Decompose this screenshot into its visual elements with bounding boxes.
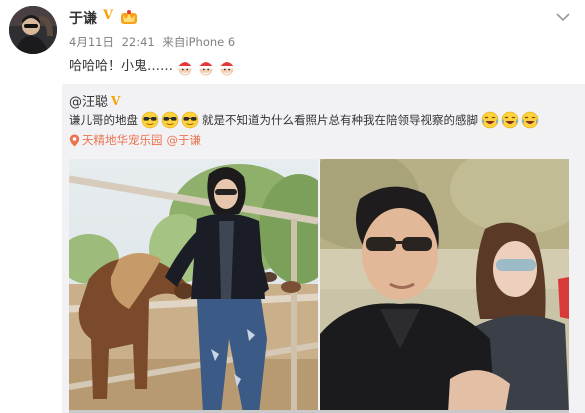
santa-emoji-icon bbox=[218, 58, 236, 76]
sunglasses-emoji-group bbox=[140, 111, 200, 129]
repost-text-after: 就是不知道为什么看照片总有种我在陪领导视察的感脚 bbox=[202, 113, 478, 127]
repost-verified-v-icon: V bbox=[111, 93, 121, 108]
weibo-post-card: 于谦 V 4月11日 22:41 来自iPhone 6 哈哈哈！小鬼…… @汪聪… bbox=[0, 0, 585, 413]
post-text: 哈哈哈！小鬼…… bbox=[69, 57, 236, 77]
post-date: 4月11日 bbox=[69, 35, 114, 49]
laughing-tears-emoji-icon bbox=[501, 111, 519, 129]
author-name[interactable]: 于谦 bbox=[69, 8, 97, 28]
laugh-emoji-group bbox=[480, 111, 540, 129]
repost-text: 谦儿哥的地盘 就是不知道为什么看照片总有种我在陪领导视察的感脚 bbox=[69, 110, 540, 130]
post-meta: 4月11日 22:41 来自iPhone 6 bbox=[69, 34, 239, 50]
sunglasses-emoji-icon bbox=[141, 111, 159, 129]
santa-emoji-group bbox=[173, 57, 236, 77]
author-avatar[interactable] bbox=[9, 6, 57, 54]
repost-text-before: 谦儿哥的地盘 bbox=[69, 113, 138, 127]
repost-links: 天精地华宠乐园 @于谦 bbox=[69, 132, 201, 148]
location-link[interactable]: 天精地华宠乐园 bbox=[82, 132, 163, 148]
post-time: 22:41 bbox=[121, 35, 155, 49]
sunglasses-emoji-icon bbox=[181, 111, 199, 129]
repost-photo-2[interactable] bbox=[320, 159, 569, 413]
post-source-prefix: 来自 bbox=[162, 35, 186, 49]
repost-block[interactable]: @汪聪 V 谦儿哥的地盘 就是不知道为什么看照片总有种我在陪领导视察的感脚 天精… bbox=[62, 84, 585, 413]
repost-photo-1[interactable] bbox=[69, 159, 318, 413]
post-body-text: 哈哈哈！小鬼…… bbox=[69, 59, 174, 74]
mention-link[interactable]: @于谦 bbox=[167, 132, 202, 148]
member-crown-icon bbox=[120, 9, 138, 25]
chevron-down-icon[interactable] bbox=[555, 8, 571, 22]
verified-v-icon: V bbox=[102, 8, 114, 23]
santa-emoji-icon bbox=[176, 58, 194, 76]
laughing-tears-emoji-icon bbox=[521, 111, 539, 129]
post-source[interactable]: iPhone 6 bbox=[185, 35, 235, 49]
santa-emoji-icon bbox=[197, 58, 215, 76]
sunglasses-emoji-icon bbox=[161, 111, 179, 129]
repost-user-link[interactable]: @汪聪 bbox=[69, 91, 108, 110]
location-pin-icon bbox=[69, 134, 80, 146]
laughing-tears-emoji-icon bbox=[481, 111, 499, 129]
repost-header: @汪聪 V bbox=[69, 91, 121, 111]
